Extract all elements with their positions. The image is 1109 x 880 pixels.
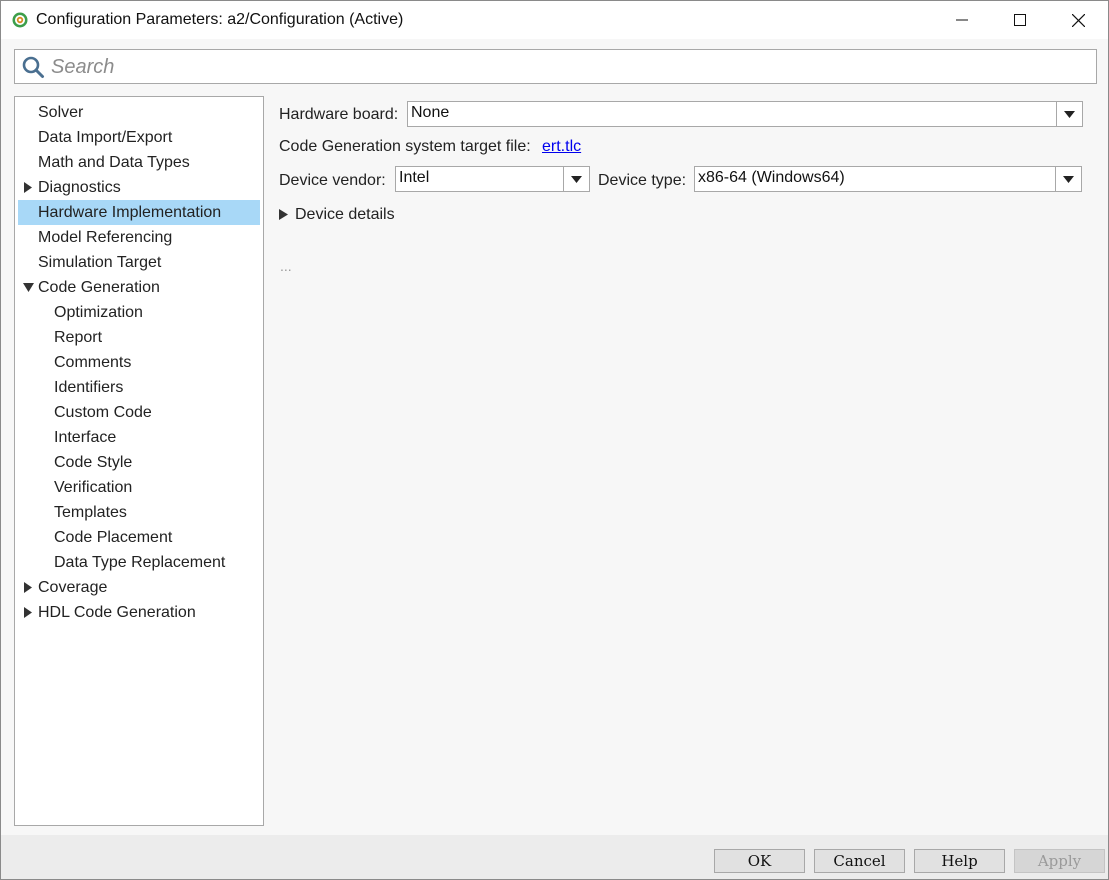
tree-item-label: Comments: [54, 354, 132, 371]
device-type-dropdown[interactable]: [1055, 167, 1081, 191]
config-params-window: Configuration Parameters: a2/Configurati…: [0, 0, 1109, 880]
hardware-implementation-pane: Hardware board: None Code Generation sys…: [264, 96, 1108, 831]
close-icon: [1071, 13, 1085, 27]
category-tree: Solver Data Import/Export Math and Data Ty…: [14, 96, 264, 826]
tree-item-optimization[interactable]: Optimization: [18, 300, 260, 325]
tree-item-diagnostics[interactable]: Diagnostics: [18, 175, 260, 200]
hardware-board-label: Hardware board:: [279, 106, 399, 123]
tree-item-label: Data Type Replacement: [54, 554, 226, 571]
maximize-icon: [1014, 14, 1026, 26]
hardware-board-dropdown[interactable]: [1056, 102, 1082, 126]
device-vendor-value: Intel: [399, 169, 430, 186]
hardware-board-select[interactable]: None: [407, 101, 1083, 127]
minimize-icon: [956, 19, 968, 21]
search-icon: [22, 56, 44, 78]
window-title: Configuration Parameters: a2/Configurati…: [36, 11, 404, 28]
close-button[interactable]: [1049, 1, 1107, 39]
tree-item-data-type-replacement[interactable]: Data Type Replacement: [18, 550, 260, 575]
tree-item-coverage[interactable]: Coverage: [18, 575, 260, 600]
tree-item-math-and-data-types[interactable]: Math and Data Types: [18, 150, 260, 175]
tree-item-label: Identifiers: [54, 379, 124, 396]
device-details-toggle[interactable]: Device details: [279, 204, 439, 226]
tree-item-comments[interactable]: Comments: [18, 350, 260, 375]
chevron-down-icon: [1064, 110, 1075, 118]
tree-item-label: HDL Code Generation: [38, 604, 196, 621]
caret-down-icon[interactable]: [22, 275, 34, 300]
tree-item-templates[interactable]: Templates: [18, 500, 260, 525]
target-file-link[interactable]: ert.tlc: [542, 138, 581, 156]
dialog-button-bar: OK Cancel Help Apply: [1, 835, 1108, 879]
device-vendor-dropdown[interactable]: [563, 167, 589, 191]
caret-right-icon: [279, 209, 288, 220]
tree-item-label: Coverage: [38, 579, 108, 596]
tree-item-code-placement[interactable]: Code Placement: [18, 525, 260, 550]
device-type-label: Device type:: [598, 172, 687, 189]
tree-item-solver[interactable]: Solver: [18, 100, 260, 125]
tree-item-label: Code Style: [54, 454, 133, 471]
tree-item-label: Optimization: [54, 304, 143, 321]
tree-item-hardware-implementation[interactable]: Hardware Implementation: [18, 200, 260, 225]
tree-item-data-import-export[interactable]: Data Import/Export: [18, 125, 260, 150]
tree-item-custom-code[interactable]: Custom Code: [18, 400, 260, 425]
tree-item-label: Interface: [54, 429, 117, 446]
tree-item-label: Model Referencing: [38, 229, 173, 246]
tree-item-label: Simulation Target: [38, 254, 162, 271]
tree-item-label: Custom Code: [54, 404, 152, 421]
tree-item-code-generation[interactable]: Code Generation: [18, 275, 260, 300]
caret-right-icon[interactable]: [22, 175, 34, 200]
device-details-label: Device details: [295, 206, 395, 223]
apply-button[interactable]: Apply: [1014, 849, 1105, 873]
search-box[interactable]: [14, 49, 1097, 84]
tree-item-model-referencing[interactable]: Model Referencing: [18, 225, 260, 250]
tree-item-label: Templates: [54, 504, 127, 521]
search-input[interactable]: [49, 53, 1093, 81]
tree-item-label: Data Import/Export: [38, 129, 173, 146]
tree-item-simulation-target[interactable]: Simulation Target: [18, 250, 260, 275]
minimize-button[interactable]: [933, 1, 991, 39]
device-type-select[interactable]: x86-64 (Windows64): [694, 166, 1082, 192]
tree-item-hdl-code-generation[interactable]: HDL Code Generation: [18, 600, 260, 625]
tree-item-label: Report: [54, 329, 103, 346]
tree-item-label: Math and Data Types: [38, 154, 190, 171]
device-vendor-label: Device vendor:: [279, 172, 386, 189]
maximize-button[interactable]: [991, 1, 1049, 39]
tree-item-code-style[interactable]: Code Style: [18, 450, 260, 475]
tree-item-identifiers[interactable]: Identifiers: [18, 375, 260, 400]
target-file-label: Code Generation system target file:: [279, 138, 531, 155]
tree-item-label: Code Placement: [54, 529, 173, 546]
tree-item-interface[interactable]: Interface: [18, 425, 260, 450]
cancel-button[interactable]: Cancel: [814, 849, 905, 873]
tree-item-label: Verification: [54, 479, 133, 496]
tree-item-report[interactable]: Report: [18, 325, 260, 350]
ok-button[interactable]: OK: [714, 849, 805, 873]
tree-item-label: Hardware Implementation: [38, 204, 222, 221]
tree-item-label: Solver: [38, 104, 84, 121]
gear-cog-icon: [12, 12, 28, 28]
tree-item-verification[interactable]: Verification: [18, 475, 260, 500]
tree-item-label: Code Generation: [38, 279, 160, 296]
more-ellipsis[interactable]: ...: [280, 258, 292, 274]
chevron-down-icon: [571, 175, 582, 183]
help-button[interactable]: Help: [914, 849, 1005, 873]
caret-right-icon[interactable]: [22, 600, 34, 625]
title-bar: Configuration Parameters: a2/Configurati…: [1, 1, 1108, 39]
chevron-down-icon: [1063, 175, 1074, 183]
caret-right-icon[interactable]: [22, 575, 34, 600]
device-type-value: x86-64 (Windows64): [698, 169, 845, 186]
tree-item-label: Diagnostics: [38, 179, 121, 196]
hardware-board-value: None: [411, 104, 450, 121]
device-vendor-select[interactable]: Intel: [395, 166, 590, 192]
